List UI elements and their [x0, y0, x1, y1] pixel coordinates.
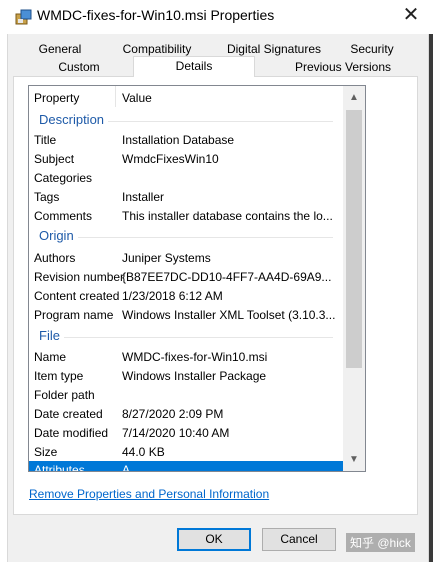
list-item[interactable]: Subject WmdcFixesWin10 [29, 150, 343, 169]
list-item[interactable]: Date modified 7/14/2020 10:40 AM [29, 424, 343, 443]
tab-general[interactable]: General [30, 40, 90, 59]
property-name: Date created [34, 407, 103, 421]
property-name: Folder path [34, 388, 95, 402]
property-name: Categories [34, 171, 93, 185]
group-label: Description [39, 112, 109, 127]
list-item[interactable]: Revision number {B87EE7DC-DD10-4FF7-AA4D… [29, 268, 343, 287]
property-value: Installer [122, 190, 165, 204]
property-value: 44.0 KB [122, 445, 165, 459]
tab-security[interactable]: Security [342, 40, 402, 59]
property-value: 1/23/2018 6:12 AM [122, 289, 223, 303]
list-item[interactable]: Title Installation Database [29, 131, 343, 150]
tab-custom[interactable]: Custom [48, 58, 110, 77]
list-item[interactable]: Item type Windows Installer Package [29, 367, 343, 386]
property-value: Windows Installer Package [122, 369, 267, 383]
property-value: 7/14/2020 10:40 AM [122, 426, 230, 440]
property-value: A [122, 463, 131, 472]
property-name: Title [34, 133, 57, 147]
properties-list[interactable]: Property Value Description Title Install… [28, 85, 366, 472]
column-header-value[interactable]: Value [122, 91, 152, 105]
property-value: This installer database contains the lo.… [122, 209, 333, 223]
cancel-button[interactable]: Cancel [262, 528, 336, 551]
group-origin: Origin [29, 227, 343, 246]
watermark: 知乎 @hick [346, 533, 415, 552]
group-divider [39, 337, 333, 338]
vertical-scrollbar[interactable]: ▲ ▼ [343, 86, 365, 471]
property-name: Comments [34, 209, 93, 223]
tab-details[interactable]: Details [133, 56, 255, 77]
window-title: WMDC-fixes-for-Win10.msi Properties [37, 7, 275, 23]
property-name: Authors [34, 251, 76, 265]
property-name: Program name [34, 308, 114, 322]
property-name: Item type [34, 369, 84, 383]
list-item[interactable]: Date created 8/27/2020 2:09 PM [29, 405, 343, 424]
group-label: Origin [39, 228, 78, 243]
remove-properties-link[interactable]: Remove Properties and Personal Informati… [29, 487, 269, 501]
list-item[interactable]: Authors Juniper Systems [29, 249, 343, 268]
close-button[interactable]: ✕ [399, 3, 423, 27]
group-label: File [39, 328, 64, 343]
ok-button[interactable]: OK [177, 528, 251, 551]
list-item[interactable]: Name WMDC-fixes-for-Win10.msi [29, 348, 343, 367]
list-item[interactable]: Comments This installer database contain… [29, 207, 343, 226]
list-item[interactable]: Content created 1/23/2018 6:12 AM [29, 287, 343, 306]
property-value: {B87EE7DC-DD10-4FF7-AA4D-69A9... [122, 270, 332, 284]
group-divider [39, 237, 333, 238]
group-description: Description [29, 111, 343, 130]
scrollbar-thumb[interactable] [346, 110, 362, 368]
column-divider[interactable] [115, 86, 116, 107]
property-name: Attributes [34, 463, 85, 472]
close-icon: ✕ [402, 4, 420, 26]
property-name: Revision number [34, 270, 125, 284]
property-name: Subject [34, 152, 75, 166]
property-name: Date modified [34, 426, 109, 440]
list-item[interactable]: Folder path [29, 386, 343, 405]
list-header: Property Value [29, 86, 343, 107]
title-bar: WMDC-fixes-for-Win10.msi Properties ✕ [0, 0, 433, 34]
property-name: Content created [34, 289, 120, 303]
column-header-property[interactable]: Property [34, 91, 79, 105]
property-value: 8/27/2020 2:09 PM [122, 407, 224, 421]
property-value: WMDC-fixes-for-Win10.msi [122, 350, 268, 364]
list-item[interactable]: Program name Windows Installer XML Tools… [29, 306, 343, 325]
property-name: Size [34, 445, 58, 459]
group-file: File [29, 327, 343, 346]
list-item-selected[interactable]: Attributes A [29, 461, 343, 472]
property-value: Installation Database [122, 133, 235, 147]
tab-previous-versions[interactable]: Previous Versions [288, 58, 398, 77]
list-item[interactable]: Size 44.0 KB [29, 443, 343, 462]
property-value: Windows Installer XML Toolset (3.10.3... [122, 308, 336, 322]
property-value: Juniper Systems [122, 251, 211, 265]
list-item[interactable]: Categories [29, 169, 343, 188]
background-window-edge [429, 34, 433, 562]
scroll-up-icon[interactable]: ▲ [343, 89, 365, 106]
scroll-down-icon[interactable]: ▼ [343, 451, 365, 468]
property-name: Tags [34, 190, 60, 204]
list-item[interactable]: Tags Installer [29, 188, 343, 207]
property-name: Name [34, 350, 67, 364]
installer-package-icon [15, 9, 32, 25]
property-value: WmdcFixesWin10 [122, 152, 219, 166]
